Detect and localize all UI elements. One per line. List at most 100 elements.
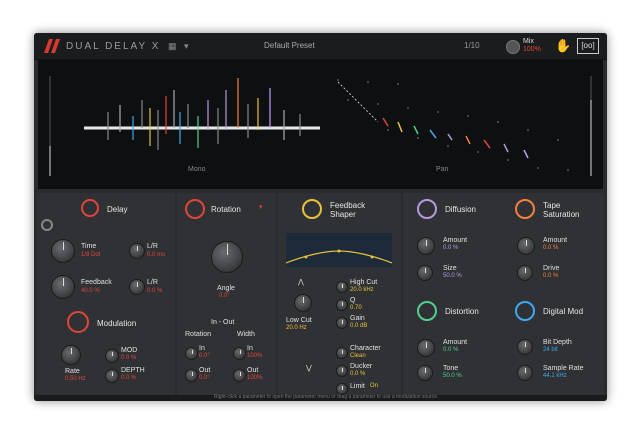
diffusion-title: Diffusion: [445, 205, 476, 214]
mod-rate-label: Rate: [65, 368, 80, 375]
menu-icon[interactable]: ▾: [184, 41, 189, 52]
sample-rate-value[interactable]: 44.1 kHz: [543, 373, 567, 380]
diffusion-size-knob[interactable]: [417, 265, 433, 281]
feedback-shaper-title-1: Feedback: [330, 201, 366, 210]
tape-title: Tape Saturation: [543, 201, 579, 219]
ducker-label: Ducker: [350, 363, 373, 370]
preset-name[interactable]: Default Preset: [264, 41, 315, 50]
status-text: Right-click a parameter to open the para…: [214, 394, 439, 400]
bit-depth-value[interactable]: 24 bit: [543, 347, 558, 354]
mod-depth-value[interactable]: 0.0 %: [121, 375, 136, 382]
delay-icon: [81, 199, 99, 217]
delay-lr-value[interactable]: 0.0 ms: [147, 252, 165, 259]
brand-box[interactable]: [oo]: [577, 38, 599, 54]
q-value[interactable]: 0.70: [350, 305, 362, 312]
plugin-window: DUAL DELAY X ▦ ▾ Default Preset 1/10 Mix…: [34, 33, 607, 401]
character-label: Character: [350, 345, 381, 352]
rotation-title: Rotation: [211, 205, 241, 214]
character-value[interactable]: Clean: [350, 353, 366, 360]
low-cut-value[interactable]: 20.0 Hz: [286, 325, 307, 332]
distortion-amount-knob[interactable]: [417, 339, 435, 357]
delay-time-knob[interactable]: [51, 239, 75, 263]
in-width-value[interactable]: 100%: [247, 353, 262, 360]
mod-amount-value[interactable]: 0.0 %: [121, 355, 136, 362]
limit-value[interactable]: On: [370, 383, 378, 390]
distortion-title: Distortion: [445, 307, 479, 316]
high-cut-label: High Cut: [350, 279, 378, 286]
gain-value[interactable]: 0.0 dB: [350, 323, 367, 330]
modulation-title: Modulation: [97, 319, 137, 328]
tape-drive-value[interactable]: 0.0 %: [543, 273, 558, 280]
distortion-amount-value[interactable]: 0.0 %: [443, 347, 458, 354]
feedback-shaper-icon: [302, 199, 322, 219]
curve-shape-icon[interactable]: ⋀: [298, 279, 304, 287]
folder-icon[interactable]: ▦: [168, 41, 177, 52]
mix-knob[interactable]: [506, 40, 520, 54]
delay-title: Delay: [107, 205, 128, 214]
rotation-dropdown-icon[interactable]: ▾: [259, 204, 263, 212]
sample-rate-knob[interactable]: [517, 365, 533, 381]
feedback-label: Feedback: [81, 279, 112, 286]
mod-depth-knob[interactable]: [105, 369, 119, 383]
in-rotation-knob[interactable]: [185, 347, 198, 360]
delay-lr-label: L/R: [147, 243, 158, 250]
effects-panel: Diffusion Amount 0.0 % Size 50.0 % Tape …: [403, 193, 604, 395]
delay-time-value[interactable]: 1/8 Dot: [81, 252, 100, 259]
mod-amount-label: MOD: [121, 347, 138, 354]
hand-icon[interactable]: ✋: [555, 38, 571, 54]
preset-number[interactable]: 1/10: [464, 41, 480, 50]
sync-icon[interactable]: [41, 219, 53, 231]
tape-amount-knob[interactable]: [517, 237, 535, 255]
feedback-lr-value[interactable]: 0.0 %: [147, 288, 162, 295]
mod-amount-knob[interactable]: [105, 349, 119, 363]
distortion-tone-label: Tone: [443, 365, 459, 372]
display-graphics: [49, 76, 592, 176]
delay-lr-knob[interactable]: [129, 243, 145, 259]
distortion-tone-value[interactable]: 50.0 %: [443, 373, 462, 380]
in-rotation-value[interactable]: 0.0°: [199, 353, 210, 360]
q-label: Q: [350, 297, 356, 304]
rotation-angle-label: Angle: [217, 285, 235, 292]
tape-drive-knob[interactable]: [517, 265, 533, 281]
diffusion-amount-value[interactable]: 0.0 %: [443, 245, 458, 252]
tape-drive-label: Drive: [543, 265, 560, 272]
sample-rate-label: Sample Rate: [543, 365, 584, 372]
high-cut-knob[interactable]: [336, 281, 348, 293]
ducker-knob[interactable]: [336, 365, 348, 377]
delay-display: Mono Pan: [38, 60, 603, 189]
diffusion-amount-knob[interactable]: [417, 237, 435, 255]
width-col-label: Width: [237, 331, 255, 338]
feedback-knob[interactable]: [51, 275, 75, 299]
out-rotation-value[interactable]: 0.0°: [199, 375, 210, 382]
rotation-col-label: Rotation: [185, 331, 212, 338]
ducker-value[interactable]: 0.0 %: [350, 371, 365, 378]
low-cut-label: Low Cut: [286, 317, 312, 324]
tape-title-1: Tape: [543, 201, 561, 210]
low-cut-knob[interactable]: [294, 294, 312, 312]
character-knob[interactable]: [336, 347, 348, 359]
q-knob[interactable]: [336, 299, 348, 311]
feedback-value[interactable]: 40.0 %: [81, 288, 100, 295]
limit-shape-icon[interactable]: ⋁: [306, 365, 312, 373]
filter-curve-display[interactable]: [286, 233, 392, 267]
bit-depth-knob[interactable]: [517, 339, 533, 355]
status-bar: Right-click a parameter to open the para…: [34, 394, 607, 401]
tape-title-2: Saturation: [543, 210, 580, 219]
diffusion-size-value[interactable]: 50.0 %: [443, 273, 462, 280]
mod-rate-knob[interactable]: [61, 345, 81, 365]
rotation-angle-knob[interactable]: [211, 241, 243, 273]
gain-knob[interactable]: [336, 317, 348, 329]
diffusion-icon: [417, 199, 437, 219]
high-cut-value[interactable]: 20.0 kHz: [350, 287, 374, 294]
distortion-tone-knob[interactable]: [417, 365, 433, 381]
plugin-title: DUAL DELAY X: [66, 41, 161, 52]
feedback-lr-knob[interactable]: [129, 279, 145, 295]
limit-label: Limit: [350, 383, 365, 390]
out-width-value[interactable]: 100%: [247, 375, 262, 382]
rotation-angle-value[interactable]: 0.0°: [219, 293, 230, 300]
out-rotation-knob[interactable]: [185, 369, 198, 382]
mod-rate-value[interactable]: 0.50 Hz: [65, 376, 86, 383]
tape-amount-value[interactable]: 0.0 %: [543, 245, 558, 252]
in-width-knob[interactable]: [233, 347, 246, 360]
out-width-knob[interactable]: [233, 369, 246, 382]
